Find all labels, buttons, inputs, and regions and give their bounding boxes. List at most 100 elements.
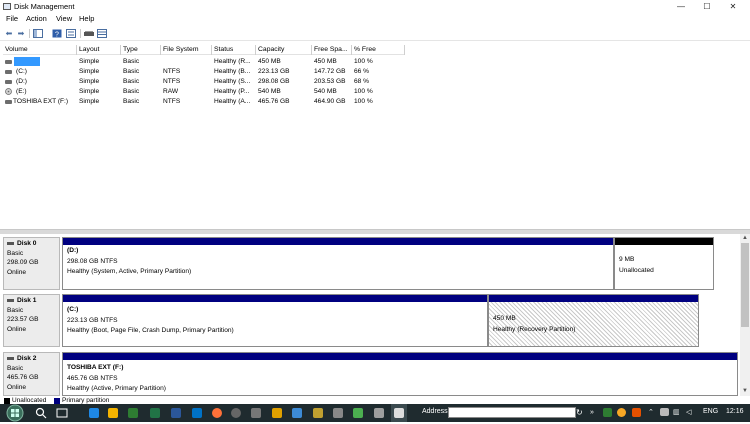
table-row[interactable]: Simple Basic Healthy (R... 450 MB 450 MB… <box>3 57 405 67</box>
column-header-status[interactable]: Status <box>212 45 256 55</box>
cell-pct: 100 % <box>354 98 373 105</box>
cell-free: 203.53 GB <box>314 78 346 85</box>
title-bar: Disk Management <box>0 0 750 13</box>
close-button[interactable]: ✕ <box>720 0 746 13</box>
battery-icon[interactable] <box>660 408 669 416</box>
cell-capacity: 450 MB <box>258 58 281 65</box>
address-input[interactable] <box>448 407 576 418</box>
column-header-file-system[interactable]: File System <box>161 45 212 55</box>
partition-f[interactable]: TOSHIBA EXT (F:) 465.76 GB NTFS Healthy … <box>62 352 738 396</box>
toolbar <box>0 25 750 41</box>
refresh-icon[interactable]: ↻ <box>576 408 585 417</box>
cell-pct: 100 % <box>354 58 373 65</box>
app-icon[interactable] <box>374 408 384 418</box>
firefox-icon[interactable] <box>212 408 222 418</box>
partition-c[interactable]: (C:) 223.13 GB NTFS Healthy (Boot, Page … <box>62 294 488 347</box>
cell-capacity: 540 MB <box>258 88 281 95</box>
table-row[interactable]: (E:) Simple Basic RAW Healthy (P... 540 … <box>3 87 405 97</box>
cell-volume: (E:) <box>16 88 27 95</box>
primary-partition-bar <box>63 238 613 245</box>
console-tree-icon[interactable] <box>33 29 43 38</box>
partition-status: Healthy (Boot, Page File, Crash Dump, Pr… <box>67 327 234 334</box>
table-row[interactable]: (D:) Simple Basic NTFS Healthy (S... 298… <box>3 77 405 87</box>
table-row[interactable]: (C:) Simple Basic NTFS Healthy (B... 223… <box>3 67 405 77</box>
menu-view[interactable]: View <box>56 14 72 23</box>
disk-icon <box>7 241 14 245</box>
computer-icon[interactable] <box>251 408 261 418</box>
word-icon[interactable] <box>171 408 181 418</box>
folder-icon[interactable] <box>272 408 282 418</box>
image-viewer-icon[interactable] <box>353 408 363 418</box>
partition-recovery[interactable]: 450 MB Healthy (Recovery Partition) <box>488 294 699 347</box>
column-header-volume[interactable]: Volume <box>3 45 77 55</box>
partition-unallocated[interactable]: 9 MB Unallocated <box>614 237 714 290</box>
scrollbar-thumb[interactable] <box>741 243 749 327</box>
media-icon[interactable] <box>231 408 241 418</box>
chevron-icon[interactable]: » <box>590 408 599 417</box>
column-header-type[interactable]: Type <box>121 45 161 55</box>
menu-action[interactable]: Action <box>26 14 47 23</box>
column-header-layout[interactable]: Layout <box>77 45 121 55</box>
help-icon[interactable]: ? <box>52 29 62 39</box>
outlook-icon[interactable] <box>192 408 202 418</box>
language-indicator[interactable]: ENG <box>703 408 718 415</box>
disk-state: Online <box>7 325 27 333</box>
network-icon[interactable] <box>292 408 302 418</box>
menu-help[interactable]: Help <box>79 14 94 23</box>
disk-0-info[interactable]: Disk 0 Basic 298.09 GB Online <box>3 237 60 290</box>
spreadsheet-icon[interactable] <box>150 408 160 418</box>
cell-status: Healthy (A... <box>214 98 251 105</box>
minimize-button[interactable]: — <box>668 0 694 13</box>
selected-volume-name[interactable] <box>14 57 40 66</box>
tray-security-icon[interactable] <box>632 408 641 417</box>
menu-file[interactable]: File <box>6 14 18 23</box>
cell-capacity: 298.08 GB <box>258 78 290 85</box>
cell-fs: RAW <box>163 88 179 95</box>
partition-label: TOSHIBA EXT (F:) <box>67 364 124 371</box>
edge-icon[interactable] <box>89 408 99 418</box>
cell-pct: 100 % <box>354 88 373 95</box>
scroll-up-icon[interactable]: ▲ <box>740 235 750 243</box>
tray-app-icon[interactable] <box>603 408 612 417</box>
settings-icon[interactable] <box>333 408 343 418</box>
disk-type: Basic <box>7 249 24 257</box>
clock[interactable]: 12:16 <box>726 408 744 415</box>
partition-size: 450 MB <box>493 315 516 322</box>
cell-fs: NTFS <box>163 78 181 85</box>
cell-pct: 66 % <box>354 68 370 75</box>
disk-icon <box>7 298 14 302</box>
scroll-down-icon[interactable]: ▼ <box>740 388 750 396</box>
disk-state: Online <box>7 383 27 391</box>
file-explorer-icon[interactable] <box>108 408 118 418</box>
excel-icon[interactable] <box>128 408 138 418</box>
table-row[interactable]: TOSHIBA EXT (F:) Simple Basic NTFS Healt… <box>3 97 405 107</box>
disk-1-info[interactable]: Disk 1 Basic 223.57 GB Online <box>3 294 60 347</box>
cell-capacity: 223.13 GB <box>258 68 290 75</box>
address-toolbar-label: Address <box>422 408 448 415</box>
column-header-free-space[interactable]: Free Spa... <box>312 45 352 55</box>
maximize-button[interactable]: ☐ <box>694 0 720 13</box>
disk-management-task-icon <box>394 408 404 418</box>
forward-arrow-icon[interactable]: ➡ <box>16 29 26 38</box>
cell-volume: (C:) <box>16 68 27 75</box>
network-tray-icon[interactable]: ▥ <box>673 408 680 416</box>
tray-arrow-icon[interactable]: ⌃ <box>648 408 654 416</box>
disk-icon <box>7 356 14 360</box>
column-header-percent-free[interactable]: % Free <box>352 45 405 55</box>
back-arrow-icon[interactable]: ⬅ <box>4 29 14 38</box>
tray-chrome-icon[interactable] <box>617 408 626 417</box>
disk-list-icon[interactable] <box>97 29 107 38</box>
column-header-capacity[interactable]: Capacity <box>256 45 312 55</box>
tools-icon[interactable] <box>313 408 323 418</box>
volume-tray-icon[interactable]: ◁ <box>686 408 691 416</box>
partition-d[interactable]: (D:) 298.08 GB NTFS Healthy (System, Act… <box>62 237 614 290</box>
disk-2-info[interactable]: Disk 2 Basic 465.76 GB Online <box>3 352 60 396</box>
cell-fs: NTFS <box>163 68 181 75</box>
start-button-icon[interactable] <box>5 404 25 422</box>
cell-type: Basic <box>123 98 140 105</box>
window-title: Disk Management <box>14 2 75 11</box>
search-icon[interactable] <box>35 407 47 419</box>
disk-icon[interactable] <box>84 29 94 38</box>
task-view-icon[interactable] <box>56 407 68 419</box>
properties-icon[interactable] <box>66 29 76 38</box>
